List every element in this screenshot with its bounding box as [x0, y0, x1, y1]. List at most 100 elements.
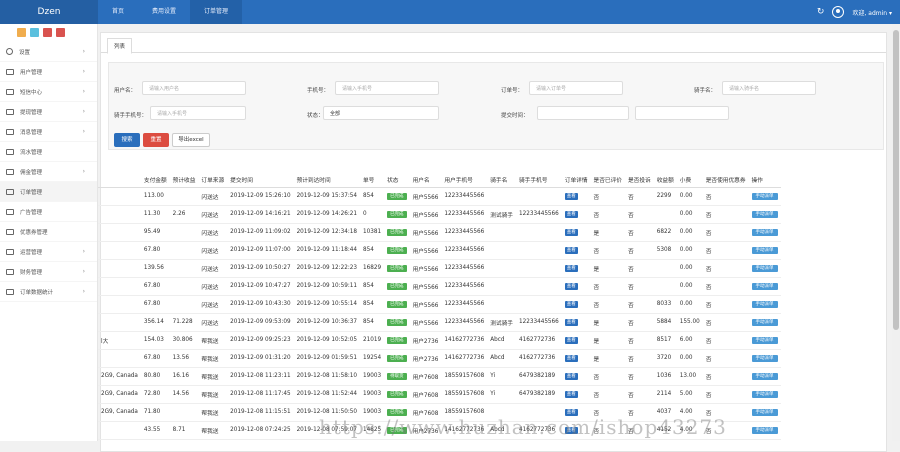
column-header[interactable]: 骑手手机号	[515, 173, 562, 188]
nav-fee-settings[interactable]: 费用设置	[138, 0, 190, 24]
column-header[interactable]: 操作	[748, 173, 781, 188]
column-header[interactable]: 小费	[676, 173, 703, 188]
refresh-icon[interactable]: ↻	[817, 7, 825, 17]
view-button[interactable]: 查看	[564, 355, 578, 362]
view-button[interactable]: 查看	[564, 373, 578, 380]
scrollbar-thumb[interactable]	[893, 30, 899, 330]
sidebar-item[interactable]: 用户管理 ›	[0, 62, 97, 82]
column-header[interactable]: 订单来源	[198, 173, 228, 188]
sidebar-item[interactable]: 运营管理 ›	[0, 242, 97, 262]
quick-button-2[interactable]	[30, 28, 39, 37]
table-cell: 帮我送	[198, 349, 228, 368]
manual-dispatch-button[interactable]: 手动派单	[751, 247, 778, 254]
view-button[interactable]: 查看	[564, 391, 578, 398]
column-header[interactable]: 支付金额	[140, 173, 170, 188]
manual-dispatch-button[interactable]: 手动派单	[751, 301, 778, 308]
manual-dispatch-button[interactable]: 手动派单	[751, 427, 778, 434]
user-menu[interactable]: 欢迎, admin ▾	[852, 8, 892, 17]
sidebar-item[interactable]: 广告管理	[0, 202, 97, 222]
view-button[interactable]: 查看	[564, 283, 578, 290]
sidebar-item[interactable]: 优惠券管理	[0, 222, 97, 242]
column-header[interactable]: 用户名	[409, 173, 442, 188]
manual-dispatch-button[interactable]: 手动派单	[751, 265, 778, 272]
sidebar-item[interactable]: 提现管理 ›	[0, 102, 97, 122]
table-cell: 手动派单	[748, 331, 781, 350]
quick-button-3[interactable]	[43, 28, 52, 37]
manual-dispatch-button[interactable]: 手动派单	[751, 229, 778, 236]
order-input[interactable]: 请输入订单号	[529, 81, 623, 95]
search-button[interactable]: 搜索	[114, 133, 140, 147]
table-row[interactable]: l大 154.03 30.806 帮我送 2019-12-09 09:25:23 2019…	[98, 331, 781, 350]
table-cell: 8517	[653, 331, 677, 350]
view-button[interactable]: 查看	[564, 337, 578, 344]
sidebar-item[interactable]: 流水管理	[0, 142, 97, 162]
sidebar-item[interactable]: 设置 ›	[0, 42, 97, 62]
sidebar-item[interactable]: 佣金管理 ›	[0, 162, 97, 182]
manual-dispatch-button[interactable]: 手动派单	[751, 319, 778, 326]
nav-home[interactable]: 首页	[98, 0, 138, 24]
table-row[interactable]: 67.80 闪送达 2019-12-09 10:47:27 2019-12-09 10…	[98, 277, 781, 296]
avatar[interactable]	[832, 6, 845, 18]
column-header[interactable]: 单号	[359, 173, 385, 188]
table-row[interactable]: 67.80 13.56 帮我送 2019-12-09 01:31:20 2019-12-…	[98, 349, 781, 368]
manual-dispatch-button[interactable]: 手动派单	[751, 283, 778, 290]
column-header[interactable]: 是否已评价	[590, 173, 625, 188]
quick-button-4[interactable]	[56, 28, 65, 37]
brand-logo[interactable]: Dzen	[0, 0, 98, 24]
column-header[interactable]: 预计到达时间	[293, 173, 360, 188]
sidebar-item[interactable]: 消息管理 ›	[0, 122, 97, 142]
sidebar-item[interactable]: 订单数据统计 ›	[0, 282, 97, 302]
table-row[interactable]: 95.49 闪送达 2019-12-09 11:09:02 2019-12-09 12…	[98, 223, 781, 242]
manual-dispatch-button[interactable]: 手动派单	[751, 373, 778, 380]
scrollbar[interactable]	[892, 24, 900, 441]
column-header[interactable]: 骑手名	[487, 173, 516, 188]
export-excel-button[interactable]: 导出excel	[172, 133, 210, 147]
column-header[interactable]: 是否使用优惠券	[702, 173, 749, 188]
tab-list[interactable]: 列表	[107, 38, 133, 54]
view-button[interactable]: 查看	[564, 229, 578, 236]
table-row[interactable]: 139.56 闪送达 2019-12-09 10:50:27 2019-12-09 1…	[98, 259, 781, 278]
column-header[interactable]: 提交时间	[227, 173, 294, 188]
table-cell: 否	[624, 241, 654, 260]
view-button[interactable]: 查看	[564, 301, 578, 308]
table-row[interactable]: 356.14 71.228 闪送达 2019-12-09 09:53:09 2019-1…	[98, 313, 781, 332]
time-start-input[interactable]	[537, 106, 629, 120]
column-header[interactable]: 用户手机号	[441, 173, 488, 188]
column-header[interactable]	[98, 173, 141, 188]
view-button[interactable]: 查看	[564, 265, 578, 272]
table-row[interactable]: 67.80 闪送达 2019-12-09 10:43:30 2019-12-09 10…	[98, 295, 781, 314]
column-header[interactable]: 是否投诉	[624, 173, 654, 188]
rider-input[interactable]: 请输入骑手名	[722, 81, 816, 95]
table-row[interactable]: 11.30 2.26 闪送达 2019-12-09 14:16:21 2019-12-0…	[98, 205, 781, 224]
view-button[interactable]: 查看	[564, 193, 578, 200]
view-button[interactable]: 查看	[564, 211, 578, 218]
status-select[interactable]: 全部	[323, 106, 439, 120]
table-row[interactable]: 2G9, Canada 72.80 14.56 帮我送 2019-12-08 11:17…	[98, 385, 781, 404]
manual-dispatch-button[interactable]: 手动派单	[751, 391, 778, 398]
table-row[interactable]: 2G9, Canada 80.80 16.16 帮我送 2019-12-08 11:23…	[98, 367, 781, 386]
manual-dispatch-button[interactable]: 手动派单	[751, 409, 778, 416]
manual-dispatch-button[interactable]: 手动派单	[751, 193, 778, 200]
view-button[interactable]: 查看	[564, 247, 578, 254]
rider-mobile-input[interactable]: 请输入手机号	[150, 106, 246, 120]
table-row[interactable]: 113.00 闪送达 2019-12-09 15:26:10 2019-12-09 1…	[98, 187, 781, 206]
time-end-input[interactable]	[635, 106, 729, 120]
manual-dispatch-button[interactable]: 手动派单	[751, 355, 778, 362]
quick-button-1[interactable]	[17, 28, 26, 37]
manual-dispatch-button[interactable]: 手动派单	[751, 211, 778, 218]
table-cell: 查看	[561, 349, 591, 368]
table-row[interactable]: 67.80 闪送达 2019-12-09 11:07:00 2019-12-09 11…	[98, 241, 781, 260]
column-header[interactable]: 收益额	[653, 173, 677, 188]
reset-button[interactable]: 重置	[143, 133, 169, 147]
sidebar-item[interactable]: 订单管理	[0, 182, 97, 202]
view-button[interactable]: 查看	[564, 319, 578, 326]
column-header[interactable]: 状态	[384, 173, 410, 188]
column-header[interactable]: 订单详情	[561, 173, 591, 188]
sidebar-item[interactable]: 财务管理 ›	[0, 262, 97, 282]
sidebar-item[interactable]: 短信中心 ›	[0, 82, 97, 102]
column-header[interactable]: 预计收益	[169, 173, 199, 188]
manual-dispatch-button[interactable]: 手动派单	[751, 337, 778, 344]
user-name-input[interactable]: 请输入用户名	[142, 81, 246, 95]
nav-order-management[interactable]: 订单管理	[190, 0, 243, 24]
mobile-input[interactable]: 请输入手机号	[335, 81, 439, 95]
